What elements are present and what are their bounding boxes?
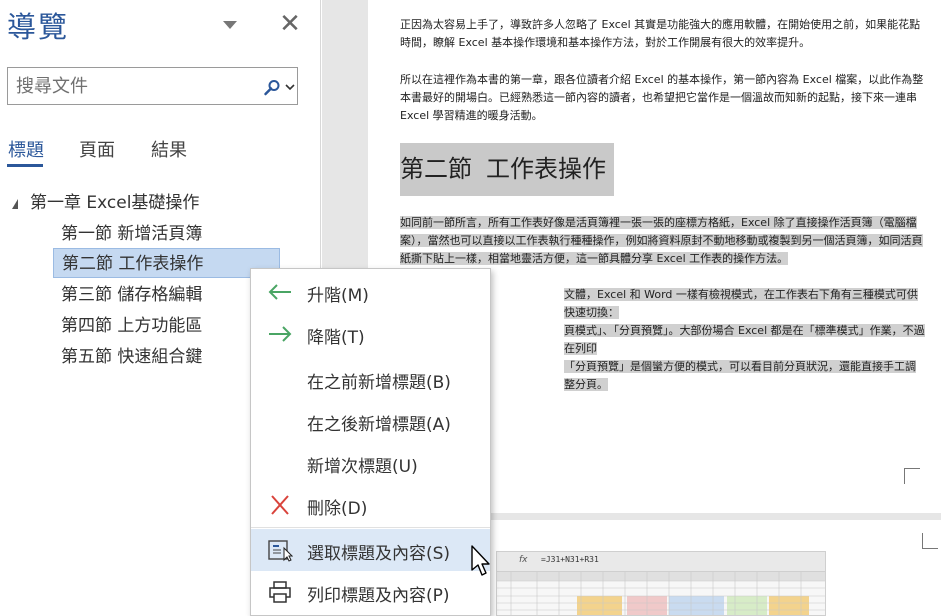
paragraph-selected[interactable]: 文體，Excel 和 Word 一樣有檢視模式，在工作表右下角有三種模式可供快速…	[564, 286, 926, 394]
menu-item-new-subheading[interactable]: 新增次標題(U)	[251, 442, 490, 484]
selected-text: 頁模式」、「分頁預覽」。大部份場合 Excel 都是在「標準模式」作業，不過在列…	[564, 324, 925, 355]
selected-text: 如同前一節所言，所有工作表好像是活頁簿裡一張一張的座標方格紙，Excel 除了直…	[400, 216, 923, 265]
fx-label: fx	[519, 555, 528, 565]
search-icon[interactable]	[263, 79, 281, 97]
active-tab-underline	[7, 164, 43, 167]
paragraph[interactable]: 正因為太容易上手了，導致許多人忽略了 Excel 其實是功能強大的應用軟體，在開…	[400, 16, 924, 52]
excel-screenshot-image[interactable]: fx =J31+N31+R31	[496, 551, 826, 616]
menu-item-label: 新增次標題(U)	[307, 457, 418, 477]
page-corner-mark	[922, 533, 938, 549]
menu-item-promote[interactable]: 升階(M)	[251, 271, 490, 313]
tree-item-section-2[interactable]: 第二節 工作表操作	[53, 248, 280, 278]
menu-item-demote[interactable]: 降階(T)	[251, 313, 490, 355]
menu-item-insert-heading-before[interactable]: 在之前新增標題(B)	[251, 358, 490, 400]
chevron-down-icon[interactable]	[284, 80, 296, 94]
tree-item-section-3[interactable]: 第三節 儲存格編輯	[53, 280, 280, 310]
expand-triangle-icon[interactable]	[12, 199, 18, 209]
delete-x-icon	[271, 495, 289, 515]
menu-item-print-heading-and-content[interactable]: 列印標題及內容(P)	[251, 571, 490, 613]
excel-grid-image	[497, 572, 825, 615]
tab-results[interactable]: 結果	[151, 136, 187, 162]
context-menu: 升階(M) 降階(T) 在之前新增標題(B) 在之後新增標題(A) 新增次標題(…	[250, 268, 491, 616]
selected-text: 文體，Excel 和 Word 一樣有檢視模式，在工作表右下角有三種模式可供快速…	[564, 288, 918, 319]
tab-headings[interactable]: 標題	[8, 136, 44, 162]
search-box[interactable]	[7, 67, 298, 105]
dropdown-triangle-icon	[223, 21, 237, 29]
menu-item-label: 在之前新增標題(B)	[307, 373, 451, 393]
menu-item-label: 降階(T)	[307, 328, 365, 348]
select-heading-icon	[268, 540, 293, 562]
section-heading[interactable]: 第二節 工作表操作	[400, 143, 614, 196]
heading-text: 工作表操作	[486, 155, 606, 183]
arrow-right-icon	[269, 326, 292, 342]
excel-formula: =J31+N31+R31	[541, 555, 599, 564]
paragraph[interactable]: 所以在這裡作為本書的第一章，跟各位讀者介紹 Excel 的基本操作，第一節內容為…	[400, 71, 924, 125]
menu-item-select-heading-and-content[interactable]: 選取標題及內容(S)	[251, 529, 490, 571]
menu-item-delete[interactable]: 刪除(D)	[251, 484, 490, 526]
tree-item-section-4[interactable]: 第四節 上方功能區	[53, 311, 280, 341]
close-icon[interactable]: ✕	[279, 11, 301, 37]
selected-text: 「分頁預覽」是個蠻方便的模式，可以看目前分頁狀況，還能直接手工調整分頁。	[564, 360, 916, 391]
search-input[interactable]	[16, 74, 256, 98]
tree-item-label: 第一章 Excel基礎操作	[30, 193, 200, 213]
arrow-left-icon	[268, 284, 291, 300]
menu-item-label: 列印標題及內容(P)	[307, 586, 450, 606]
excel-formula-bar: fx =J31+N31+R31	[497, 552, 825, 572]
menu-item-label: 選取標題及內容(S)	[307, 544, 451, 564]
nav-title: 導覽	[7, 10, 70, 44]
tree-item-section-5[interactable]: 第五節 快速組合鍵	[53, 342, 280, 372]
menu-item-insert-heading-after[interactable]: 在之後新增標題(A)	[251, 400, 490, 442]
nav-options-button[interactable]	[220, 14, 240, 34]
page-corner-mark	[904, 468, 920, 484]
paragraph-selected[interactable]: 如同前一節所言，所有工作表好像是活頁簿裡一張一張的座標方格紙，Excel 除了直…	[400, 214, 924, 268]
menu-item-label: 刪除(D)	[307, 499, 368, 519]
heading-number: 第二節	[400, 155, 472, 183]
tree-item-chapter[interactable]: 第一章 Excel基礎操作	[12, 188, 199, 218]
menu-item-label: 在之後新增標題(A)	[307, 415, 451, 435]
printer-icon	[269, 581, 291, 603]
mouse-cursor-icon	[471, 545, 490, 576]
menu-item-label: 升階(M)	[307, 286, 369, 306]
tab-pages[interactable]: 頁面	[79, 136, 115, 162]
tree-item-section-1[interactable]: 第一節 新增活頁簿	[53, 219, 280, 249]
menu-separator	[251, 527, 490, 528]
